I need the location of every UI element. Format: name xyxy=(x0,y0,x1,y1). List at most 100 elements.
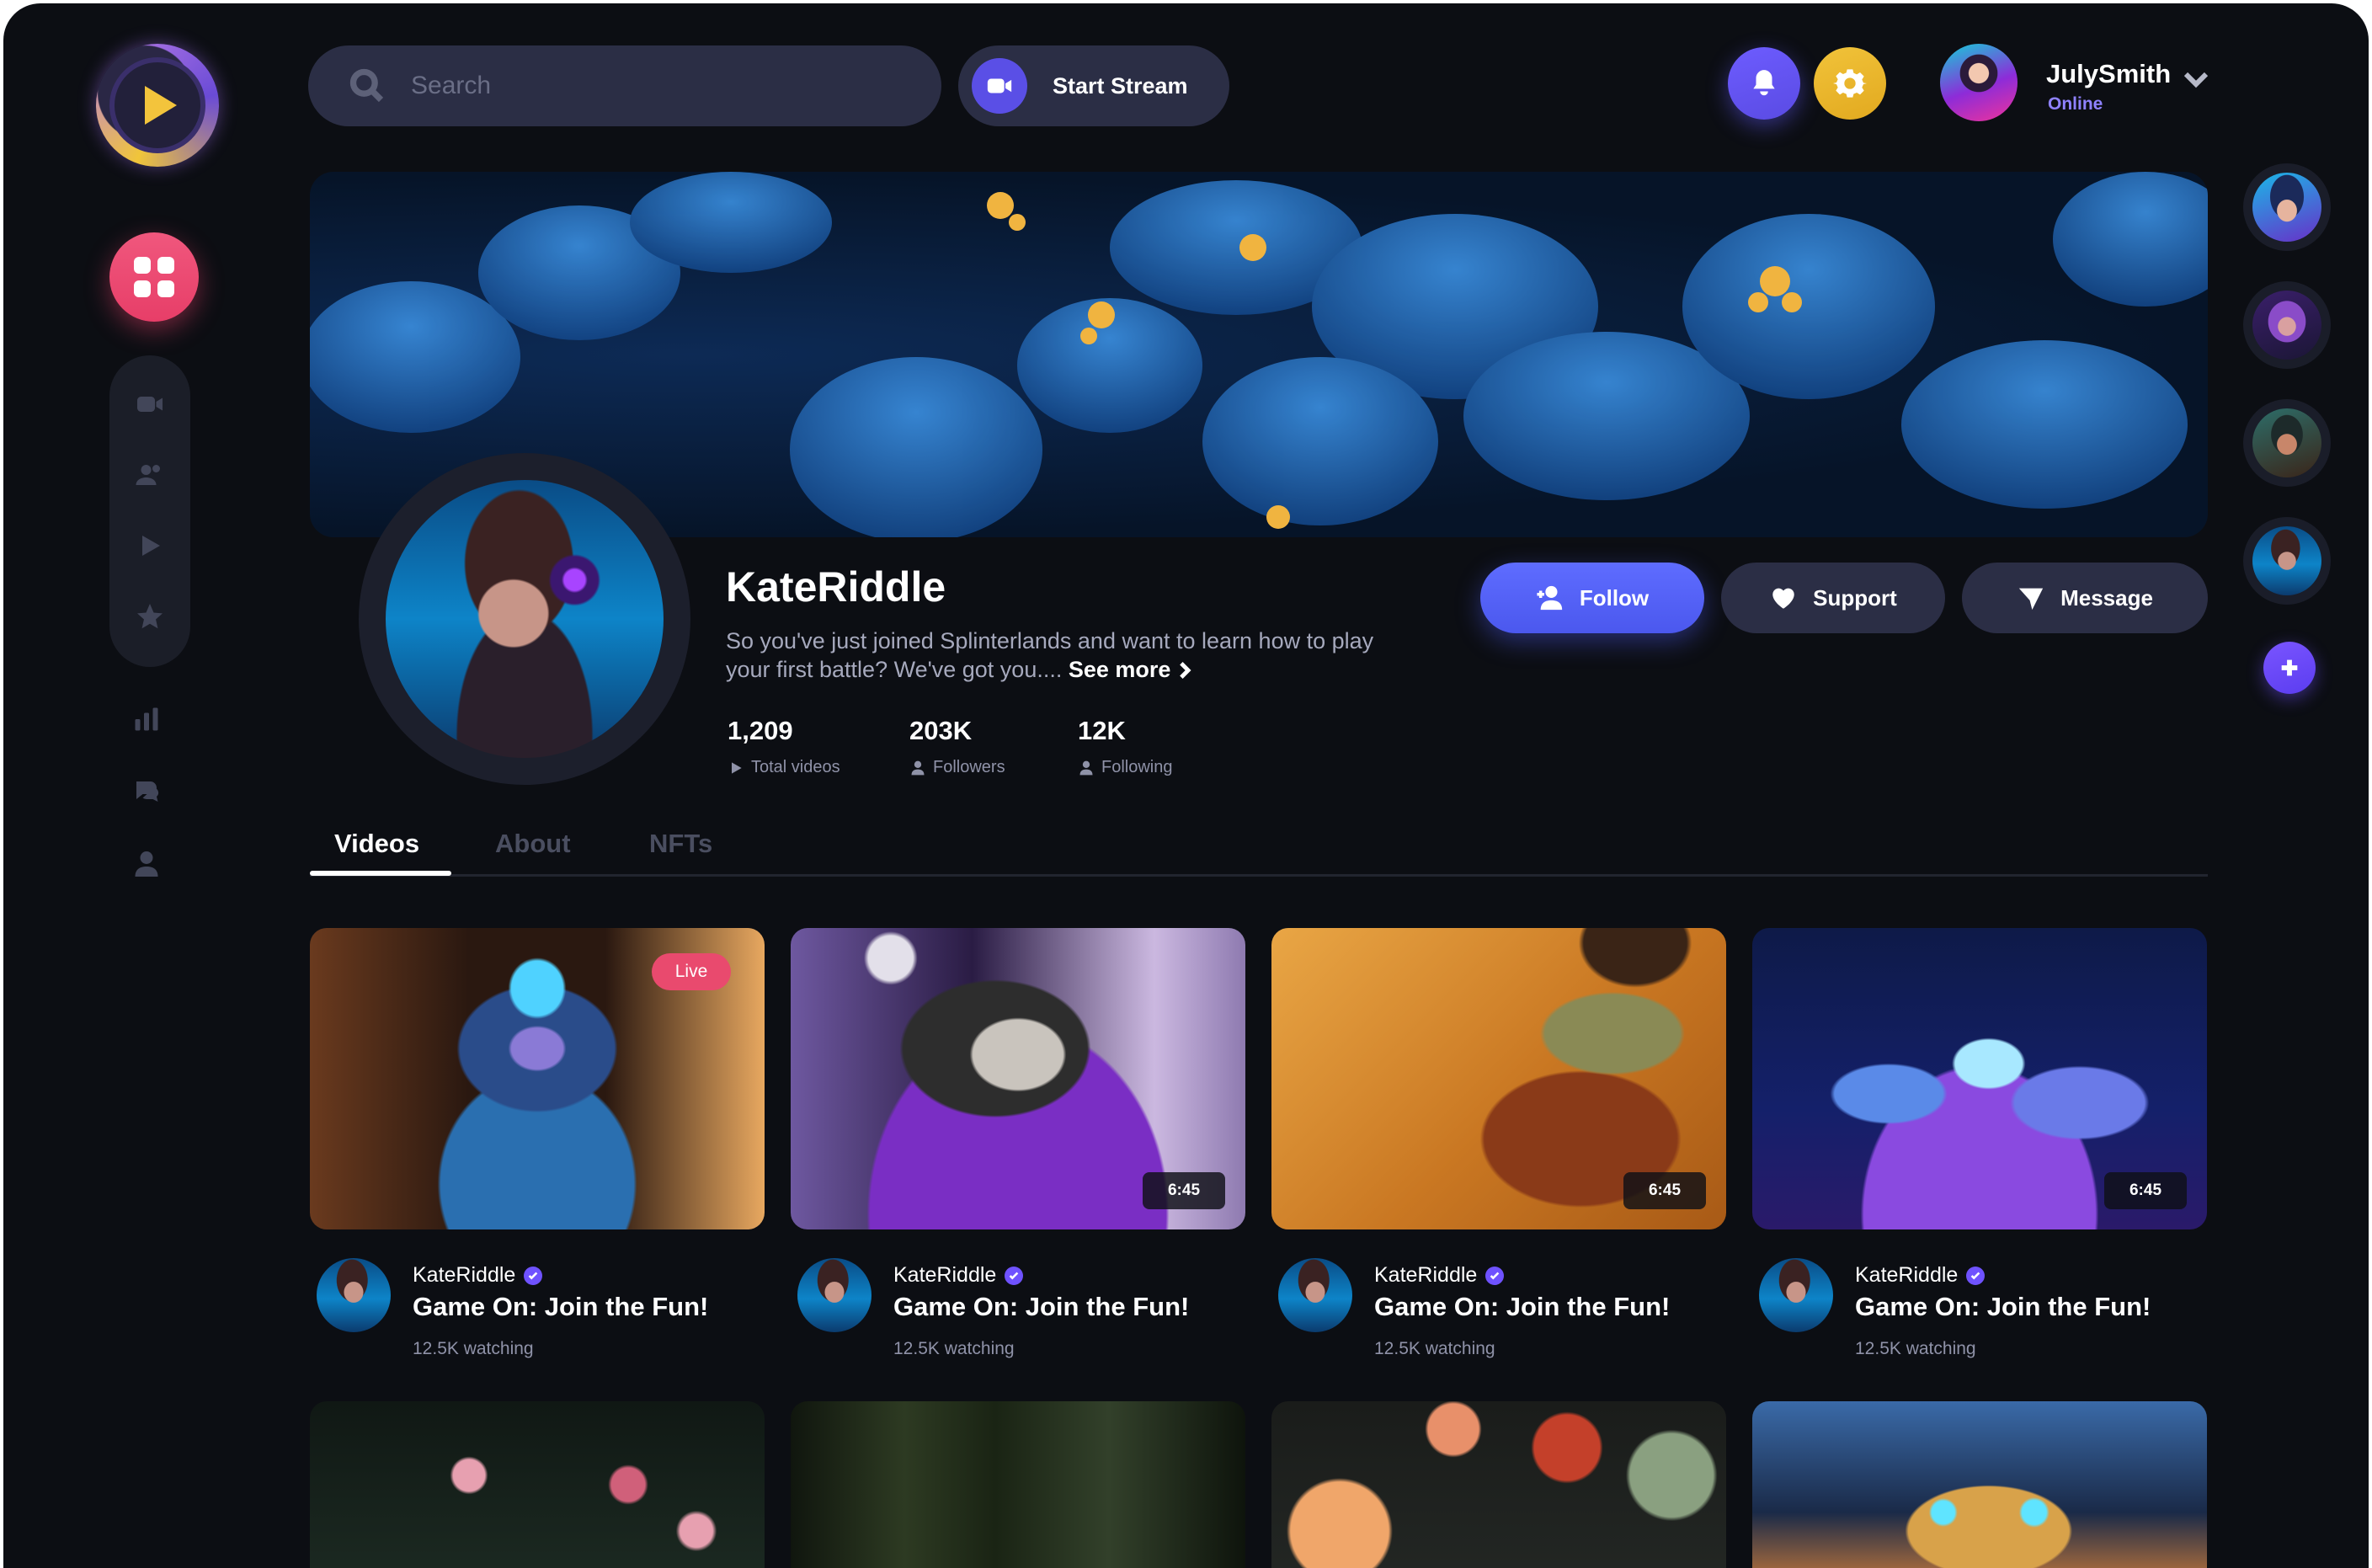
stat-label: Following xyxy=(1101,758,1173,776)
video-title[interactable]: Game On: Join the Fun! xyxy=(413,1292,708,1322)
chat-icon[interactable] xyxy=(130,775,163,808)
watching-count: 12.5K watching xyxy=(1855,1339,1976,1358)
chart-icon[interactable] xyxy=(130,702,163,736)
tab-about[interactable]: About xyxy=(495,829,571,859)
plus-icon xyxy=(2281,659,2298,676)
channel-name-text: KateRiddle xyxy=(893,1263,997,1287)
verified-icon xyxy=(524,1266,543,1285)
following-avatar[interactable] xyxy=(2243,163,2331,251)
watching-count: 12.5K watching xyxy=(893,1339,1015,1358)
video-card[interactable]: 6:45 KateRiddle Game On: Join the Fun! 1… xyxy=(1752,928,2207,1358)
search-bar[interactable] xyxy=(308,45,941,126)
video-card[interactable]: 6:45 KateRiddle Game On: Join the Fun! 1… xyxy=(1271,928,1726,1358)
channel-name-text: KateRiddle xyxy=(1374,1263,1478,1287)
channel-name[interactable]: KateRiddle xyxy=(1855,1263,1986,1288)
search-input[interactable] xyxy=(411,72,882,100)
live-badge: Live xyxy=(652,953,731,990)
channel-name[interactable]: KateRiddle xyxy=(413,1263,543,1288)
channel-name[interactable]: KateRiddle xyxy=(893,1263,1024,1288)
play-logo-icon xyxy=(145,86,177,125)
channel-name[interactable]: KateRiddle xyxy=(1374,1263,1505,1288)
video-thumbnail[interactable] xyxy=(1752,1401,2207,1568)
support-label: Support xyxy=(1813,584,1897,611)
stat-value: 12K xyxy=(1078,716,1126,745)
video-title[interactable]: Game On: Join the Fun! xyxy=(1855,1292,2151,1322)
settings-button[interactable] xyxy=(1814,47,1886,120)
video-thumbnail[interactable] xyxy=(791,1401,1245,1568)
start-stream-label: Start Stream xyxy=(1053,72,1188,99)
video-title[interactable]: Game On: Join the Fun! xyxy=(893,1292,1189,1322)
video-thumbnail[interactable] xyxy=(1271,1401,1726,1568)
channel-avatar[interactable] xyxy=(1759,1258,1833,1332)
video-thumbnail[interactable]: 6:45 xyxy=(1271,928,1726,1229)
add-user-icon xyxy=(1537,585,1562,611)
notifications-button[interactable] xyxy=(1728,47,1800,120)
video-thumbnail[interactable]: 6:45 xyxy=(791,928,1245,1229)
chevron-right-icon xyxy=(1180,662,1191,679)
user-avatar[interactable] xyxy=(1940,44,2018,121)
channel-name-text: KateRiddle xyxy=(1855,1263,1959,1287)
play-icon[interactable] xyxy=(133,529,167,563)
gear-icon xyxy=(1833,69,1867,98)
heart-icon xyxy=(1772,588,1794,609)
follow-label: Follow xyxy=(1579,584,1650,611)
stat-value: 203K xyxy=(909,716,973,745)
dashboard-button[interactable] xyxy=(109,232,199,322)
video-title[interactable]: Game On: Join the Fun! xyxy=(1374,1292,1670,1322)
user-status: Online xyxy=(2048,94,2103,114)
video-thumbnail[interactable]: 6:45 xyxy=(1752,928,2207,1229)
tab-nfts[interactable]: NFTs xyxy=(649,829,712,859)
chevron-down-icon[interactable] xyxy=(2181,64,2211,94)
start-stream-button[interactable]: Start Stream xyxy=(958,45,1229,126)
user-icon xyxy=(1079,760,1093,775)
send-icon xyxy=(2018,588,2044,611)
video-thumbnail[interactable] xyxy=(310,1401,765,1568)
channel-name-text: KateRiddle xyxy=(413,1263,516,1287)
watching-count: 12.5K watching xyxy=(1374,1339,1495,1358)
channel-avatar[interactable] xyxy=(797,1258,872,1332)
camera-icon[interactable] xyxy=(133,387,167,421)
profile-bio: So you've just joined Splinterlands and … xyxy=(726,627,1383,684)
message-button[interactable]: Message xyxy=(1962,563,2208,633)
see-more-link[interactable]: See more xyxy=(1069,657,1192,682)
tab-videos[interactable]: Videos xyxy=(334,829,419,859)
follow-button[interactable]: Follow xyxy=(1480,563,1704,633)
see-more-label: See more xyxy=(1068,657,1171,682)
duration-badge: 6:45 xyxy=(1143,1172,1225,1209)
app-window: Start Stream JulySmith Online xyxy=(3,3,2369,1568)
user-icon xyxy=(911,760,925,775)
video-camera-icon xyxy=(972,58,1027,114)
verified-icon xyxy=(1485,1266,1505,1285)
stat-label: Followers xyxy=(933,758,1005,776)
users-icon[interactable] xyxy=(133,458,167,492)
channel-avatar[interactable] xyxy=(317,1258,391,1332)
profile-name: KateRiddle xyxy=(726,563,946,611)
add-following-button[interactable] xyxy=(2263,642,2316,694)
following-avatar[interactable] xyxy=(2243,517,2331,605)
tabs-divider xyxy=(310,874,2208,877)
profile-avatar[interactable] xyxy=(386,480,664,758)
verified-icon xyxy=(1966,1266,1986,1285)
duration-badge: 6:45 xyxy=(2104,1172,2187,1209)
active-tab-indicator xyxy=(310,871,451,876)
star-icon[interactable] xyxy=(133,600,167,633)
verified-icon xyxy=(1005,1266,1024,1285)
stat-followers: 203K Followers xyxy=(909,716,1005,777)
profile-icon[interactable] xyxy=(130,847,163,881)
stat-total-videos: 1,209 Total videos xyxy=(728,716,840,777)
following-avatar[interactable] xyxy=(2243,399,2331,487)
watching-count: 12.5K watching xyxy=(413,1339,534,1358)
following-avatar[interactable] xyxy=(2243,281,2331,369)
video-card[interactable]: 6:45 KateRiddle Game On: Join the Fun! 1… xyxy=(791,928,1245,1358)
duration-badge: 6:45 xyxy=(1623,1172,1706,1209)
play-icon xyxy=(732,761,742,774)
stat-value: 1,209 xyxy=(728,716,793,745)
app-logo[interactable] xyxy=(96,44,219,167)
bell-icon xyxy=(1753,70,1775,96)
video-card[interactable]: Live KateRiddle Game On: Join the Fun! 1… xyxy=(310,928,765,1358)
user-name[interactable]: JulySmith xyxy=(2046,59,2171,89)
video-thumbnail[interactable]: Live xyxy=(310,928,765,1229)
stat-following: 12K Following xyxy=(1078,716,1172,777)
channel-avatar[interactable] xyxy=(1278,1258,1352,1332)
support-button[interactable]: Support xyxy=(1721,563,1945,633)
